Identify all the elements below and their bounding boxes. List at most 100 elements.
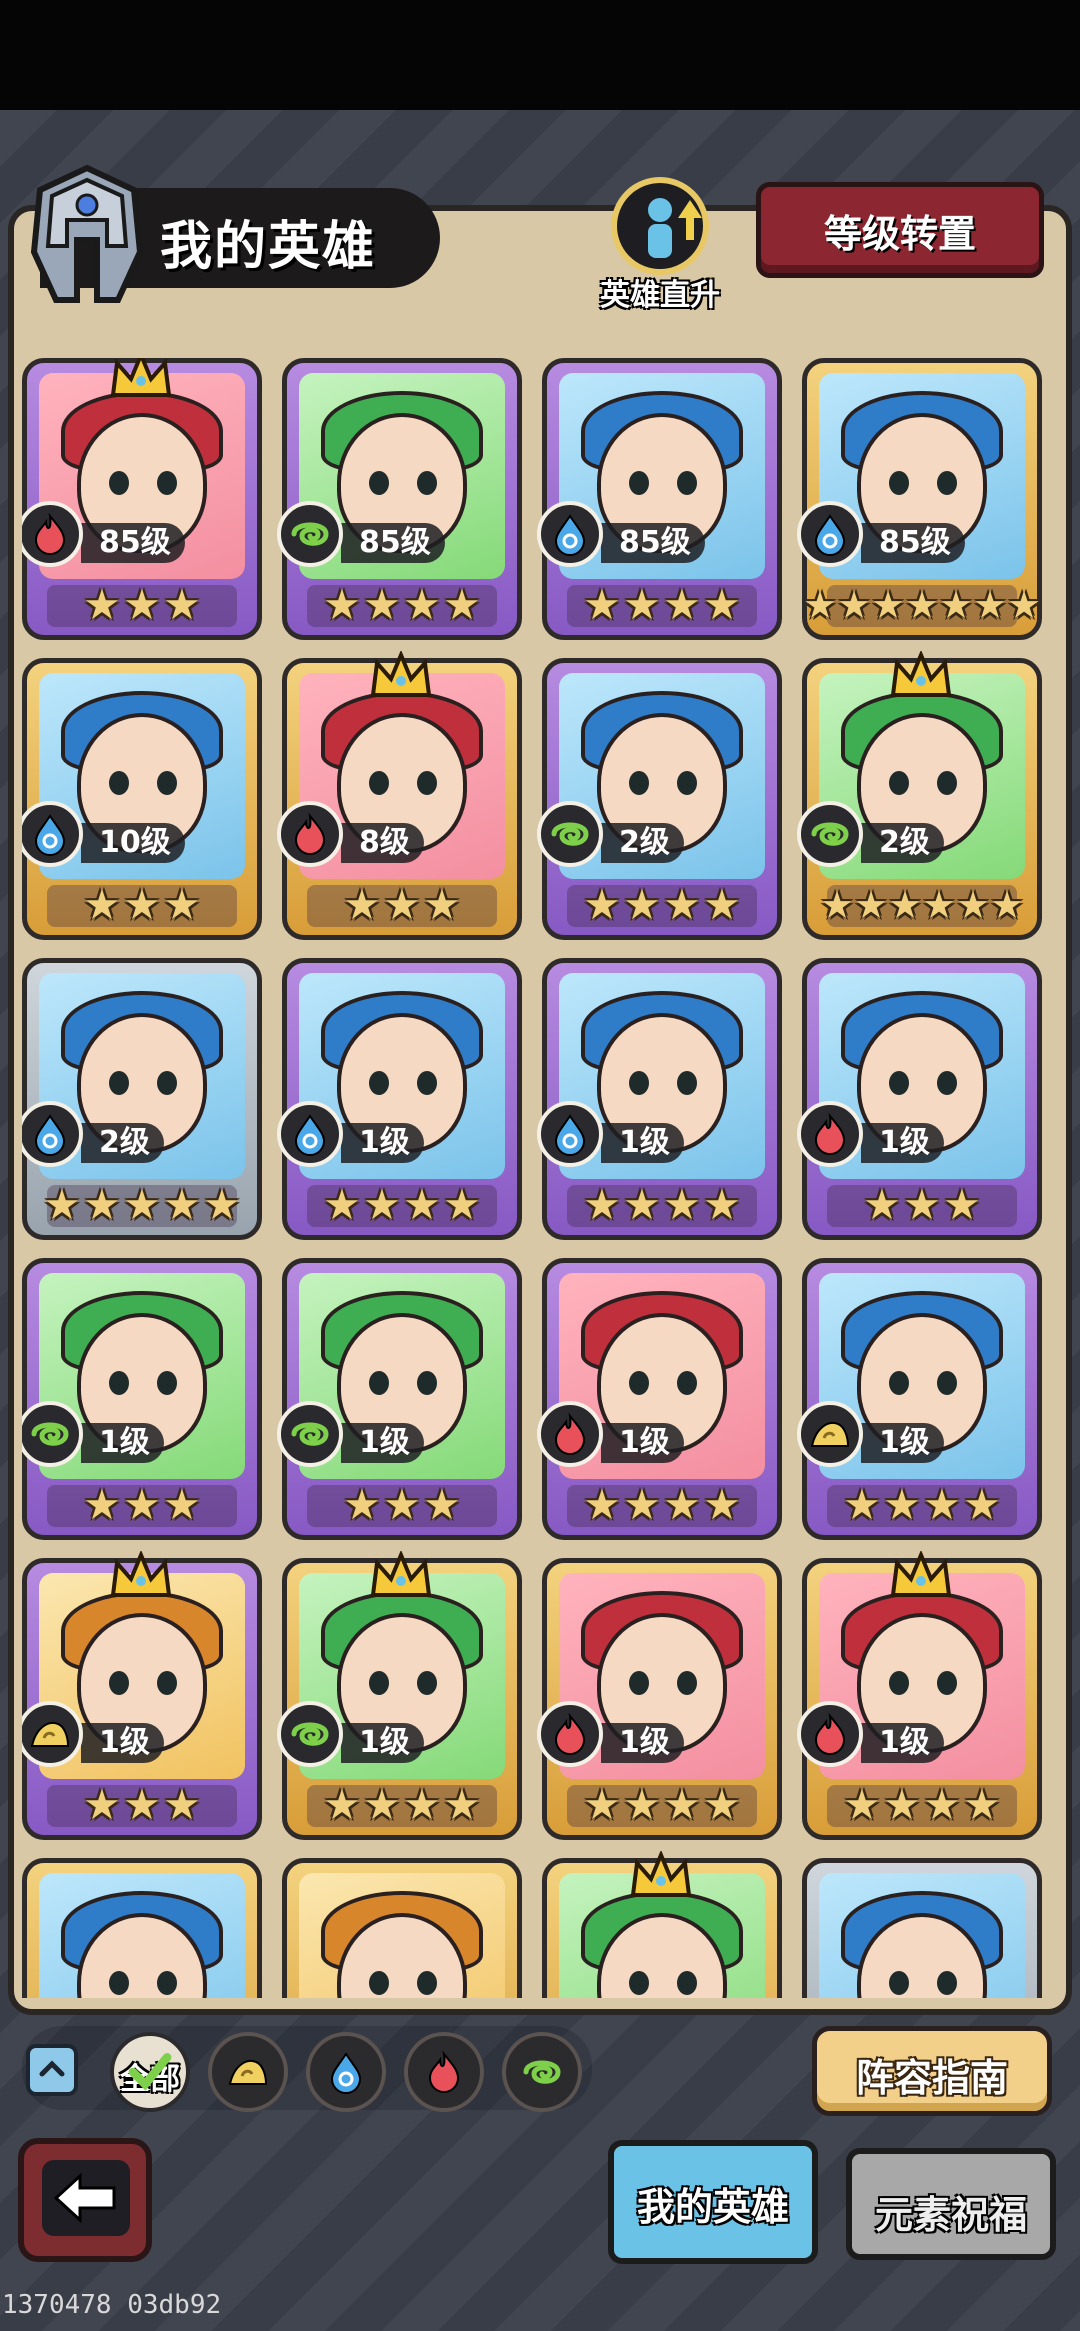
fire-element-icon [277, 801, 343, 867]
water-element-icon [277, 1101, 343, 1167]
hero-level: 1级 [601, 1423, 684, 1463]
hero-card[interactable]: 1级 ★ ★ ★ [797, 958, 1042, 1240]
hero-card[interactable]: 8级 ★ ★ ★ [277, 651, 522, 940]
star-icon: ★ [623, 880, 661, 929]
lineup-guide-button[interactable]: 阵容指南 [812, 2026, 1052, 2116]
tab-my-heroes[interactable]: 我的英雄 [608, 2140, 818, 2264]
star-rating: ★ ★ ★ ★ [807, 1484, 1037, 1529]
hero-card[interactable]: 1级 ★ ★ ★ ★ [537, 958, 782, 1240]
hero-direct-upgrade-button[interactable]: 英雄直升 [590, 170, 730, 313]
level-transfer-button[interactable]: 等级转置 [756, 182, 1044, 278]
hero-card[interactable]: 1级 ★ ★ ★ ★ [797, 1551, 1042, 1840]
hero-card[interactable]: 1级 ★ ★ ★ ★ [277, 958, 522, 1240]
star-icon: ★ [663, 1180, 701, 1229]
star-icon: ★ [663, 580, 701, 629]
hero-portrait [299, 1873, 505, 1998]
star-icon: ★ [883, 1780, 921, 1829]
star-rating: ★ ★ ★ [807, 1180, 1037, 1229]
hero-card[interactable] [282, 1858, 522, 1998]
collapse-button[interactable] [26, 2044, 78, 2096]
hero-card[interactable]: 1级 ★ ★ ★ ★ [277, 1551, 522, 1840]
upgrade-arrow-icon [611, 177, 709, 275]
star-icon: ★ [83, 1780, 121, 1829]
hero-card[interactable]: 2级 ★ ★ ★ ★ ★ ★ [797, 651, 1042, 940]
star-rating: ★ ★ ★ [27, 584, 257, 629]
star-icon: ★ [163, 1780, 201, 1829]
hero-card[interactable]: 85级 ★ ★ ★ ★ [537, 358, 782, 640]
star-icon: ★ [83, 1180, 121, 1229]
crown-icon [110, 358, 172, 397]
hero-level: 1级 [861, 1723, 944, 1763]
hero-card[interactable]: 1级 ★ ★ ★ ★ [797, 1258, 1042, 1540]
hero-level: 1级 [861, 1423, 944, 1463]
hero-card[interactable] [22, 1858, 262, 1998]
water-element-icon [797, 501, 863, 567]
star-rating: ★ ★ ★ ★ [547, 1480, 777, 1529]
star-icon: ★ [383, 880, 421, 929]
hero-card[interactable]: 1级 ★ ★ ★ ★ [537, 1558, 782, 1840]
filter-fire-button[interactable] [404, 2032, 484, 2112]
star-icon: ★ [922, 883, 957, 927]
filter-water-button[interactable] [306, 2032, 386, 2112]
hero-card[interactable]: 85级 ★ ★ ★ [22, 358, 262, 640]
star-rating: ★ ★ ★ [27, 1480, 257, 1529]
back-arrow-icon [53, 2172, 116, 2224]
star-icon: ★ [837, 583, 872, 627]
hero-card[interactable] [802, 1858, 1042, 1998]
filter-earth-button[interactable] [208, 2032, 288, 2112]
hero-card[interactable]: 2级 ★ ★ ★ ★ [537, 658, 782, 940]
star-icon: ★ [703, 1180, 741, 1229]
watermark: 1370478 03db92 [2, 2290, 222, 2320]
star-icon: ★ [888, 883, 923, 927]
star-icon: ★ [323, 1180, 361, 1229]
star-rating: ★ ★ ★ ★ [287, 1180, 517, 1229]
star-icon: ★ [423, 1480, 461, 1529]
filter-all-button[interactable]: 全部 [110, 2032, 190, 2112]
star-icon: ★ [83, 1480, 121, 1529]
star-icon: ★ [443, 580, 481, 629]
direct-upgrade-label: 英雄直升 [600, 278, 720, 313]
star-icon: ★ [403, 1780, 441, 1829]
crown-icon [630, 1851, 692, 1897]
tab-my-heroes-label: 我的英雄 [636, 2185, 789, 2229]
crown-icon [370, 1551, 432, 1597]
hero-card[interactable]: 1级 ★ ★ ★ [22, 1551, 262, 1840]
hero-card[interactable]: 10级 ★ ★ ★ [22, 658, 262, 940]
star-icon: ★ [623, 1480, 661, 1529]
star-icon: ★ [943, 1180, 981, 1229]
star-icon: ★ [703, 880, 741, 929]
hero-card[interactable]: 85级 ★ ★ ★ ★ [277, 358, 522, 640]
star-rating: ★ ★ ★ [27, 884, 257, 929]
fire-element-icon [537, 1401, 603, 1467]
hero-level: 85级 [861, 523, 965, 563]
tab-element-blessing-label: 元素祝福 [874, 2193, 1027, 2237]
hero-level: 2级 [81, 1123, 164, 1163]
star-rating: ★ ★ ★ ★ [547, 1180, 777, 1229]
star-rating: ★ ★ ★ [27, 1780, 257, 1829]
hero-card[interactable]: 85级 ★ ★ ★ ★ ★ ★ ★ [797, 358, 1042, 640]
hero-card[interactable]: 2级 ★ ★ ★ ★ ★ [22, 958, 262, 1240]
star-icon: ★ [703, 1780, 741, 1829]
page-title: 我的英雄 [160, 217, 377, 277]
back-button[interactable] [18, 2138, 152, 2262]
earth-element-icon [797, 1401, 863, 1467]
star-rating: ★ ★ ★ [287, 880, 517, 929]
hero-card[interactable]: 1级 ★ ★ ★ [277, 1258, 522, 1540]
status-bar [0, 0, 1080, 110]
hero-level: 85级 [81, 523, 185, 563]
hero-level: 2级 [861, 823, 944, 863]
hero-level: 1级 [601, 1123, 684, 1163]
hero-level: 1级 [861, 1123, 944, 1163]
fire-element-icon [797, 1101, 863, 1167]
wind-element-icon [537, 801, 603, 867]
star-icon: ★ [854, 883, 889, 927]
star-rating: ★ ★ ★ ★ ★ ★ [807, 885, 1037, 929]
tab-element-blessing[interactable]: 元素祝福 [846, 2148, 1056, 2260]
hero-card[interactable]: 1级 ★ ★ ★ [22, 1258, 262, 1540]
star-icon: ★ [443, 1780, 481, 1829]
filter-wind-button[interactable] [502, 2032, 582, 2112]
star-icon: ★ [123, 1480, 161, 1529]
hero-card[interactable] [542, 1851, 782, 1998]
star-icon: ★ [583, 1180, 621, 1229]
hero-card[interactable]: 1级 ★ ★ ★ ★ [537, 1258, 782, 1540]
